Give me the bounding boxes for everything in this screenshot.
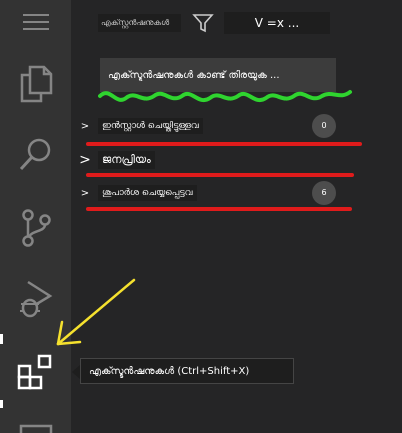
- section-popular-label: ജനപ്രിയം: [98, 151, 155, 169]
- menu-button[interactable]: [0, 0, 71, 44]
- activity-bar: [0, 0, 71, 433]
- activity-explorer[interactable]: [0, 56, 71, 112]
- red-underline-annotation: [86, 142, 362, 146]
- tooltip-pointer: [72, 365, 80, 379]
- search-placeholder: എക്സ്ടൻഷനുകൾ കാണ്ട് തിരയുക ...: [108, 69, 280, 81]
- explorer-icon: [20, 65, 52, 103]
- section-recommended-count: 6: [312, 181, 336, 205]
- extensions-tooltip: എക്സ്ടൻഷനുകൾ (Ctrl+Shift+X): [80, 358, 294, 384]
- section-installed[interactable]: > ഇൻസ്റ്റാൾ ചെയ്തിട്ടുള്ളവ 0: [78, 114, 356, 138]
- chevron-right-icon: >: [80, 120, 90, 132]
- red-underline-annotation: [86, 207, 352, 211]
- section-recommended[interactable]: > ശുപാർശ ചെയ്യപ്പെട്ടവ 6: [78, 181, 356, 205]
- activity-source-control[interactable]: [0, 200, 71, 256]
- section-installed-label: ഇൻസ്റ്റാൾ ചെയ്തിട്ടുള്ളവ: [98, 118, 203, 134]
- filter-icon[interactable]: [192, 12, 214, 34]
- menu-icon: [22, 14, 49, 30]
- section-recommended-label: ശുപാർശ ചെയ്യപ്പെട്ടവ: [98, 185, 197, 201]
- source-control-icon: [21, 209, 51, 247]
- section-installed-count: 0: [312, 114, 336, 138]
- chevron-right-icon: >: [79, 152, 91, 168]
- sidebar-title: എക്സ്റ്റൻഷനുകൾ: [98, 14, 181, 32]
- chevron-right-icon: >: [80, 187, 90, 199]
- extensions-icon: [17, 354, 51, 390]
- search-icon: [19, 138, 50, 171]
- activity-partial[interactable]: [0, 412, 71, 433]
- yellow-arrow-annotation: [56, 278, 136, 346]
- red-underline-annotation: [86, 173, 354, 177]
- activity-search[interactable]: [0, 126, 71, 182]
- green-squiggle-annotation: [98, 90, 352, 102]
- partial-icon: [19, 424, 52, 433]
- section-popular[interactable]: > ജനപ്രിയം: [78, 148, 356, 172]
- more-actions-button[interactable]: V =x ...: [224, 12, 330, 34]
